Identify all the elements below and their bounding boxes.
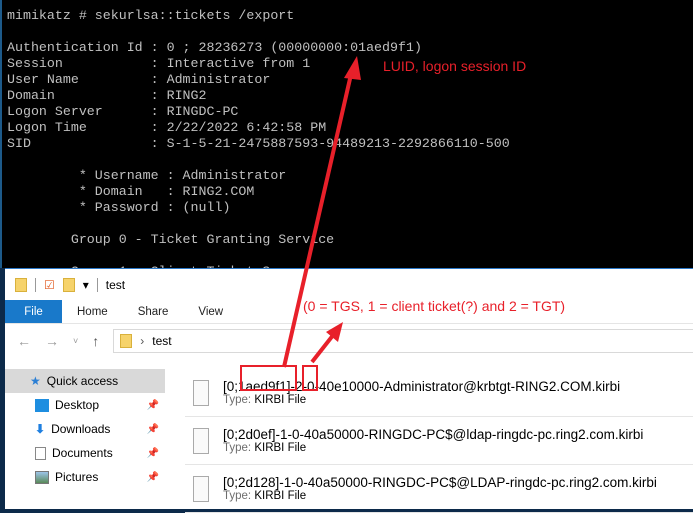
luid-arrow — [282, 69, 354, 368]
type-arrow — [310, 332, 336, 364]
luid-arrowhead — [344, 56, 361, 80]
annotation-overlay — [240, 56, 361, 391]
ticket-type-annotation: (0 = TGS, 1 = client ticket(?) and 2 = T… — [303, 298, 566, 314]
luid-annotation: LUID, logon session ID — [383, 58, 527, 74]
luid-highlight-box — [240, 365, 297, 391]
ticket-type-highlight-box — [302, 365, 318, 391]
